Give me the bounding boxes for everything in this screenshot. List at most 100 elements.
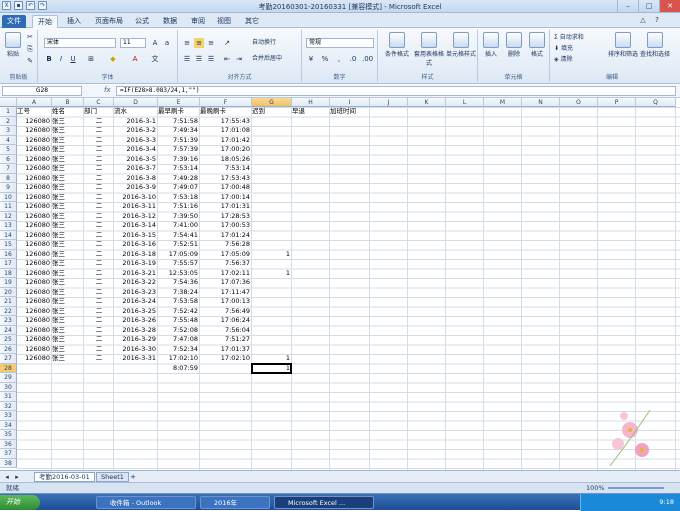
cell-earliest-punch[interactable]: 7:54:36: [158, 278, 200, 287]
cell-employee-id[interactable]: 126080: [17, 326, 52, 335]
sheet-tab-attendance[interactable]: 考勤2016-03-01: [34, 472, 95, 482]
number-format-select[interactable]: 常规: [306, 38, 374, 48]
cell-latest-punch[interactable]: 17:00:14: [200, 193, 252, 202]
cell-earliest-punch[interactable]: 7:53:18: [158, 193, 200, 202]
italic-icon[interactable]: I: [56, 54, 66, 64]
cell-date[interactable]: 2016-3-22: [114, 278, 158, 287]
minimize-ribbon-icon[interactable]: △: [638, 15, 648, 25]
cell-earliest-punch[interactable]: 7:53:14: [158, 164, 200, 173]
row-header[interactable]: 3: [0, 126, 17, 136]
decrease-indent-icon[interactable]: ⇤: [222, 54, 232, 64]
row-header[interactable]: 9: [0, 183, 17, 193]
font-color-icon[interactable]: A: [130, 54, 140, 64]
cell-late-flag[interactable]: 1: [252, 269, 292, 278]
copy-icon[interactable]: ⎘: [25, 44, 35, 54]
cell-latest-punch[interactable]: 17:00:20: [200, 145, 252, 154]
cell-date[interactable]: 2016-3-4: [114, 145, 158, 154]
cell-department[interactable]: 二: [84, 136, 114, 145]
select-all-corner[interactable]: [0, 98, 17, 107]
row-header[interactable]: 24: [0, 325, 17, 335]
row-header[interactable]: 20: [0, 287, 17, 297]
cell-latest-punch[interactable]: 17:05:09: [200, 250, 252, 259]
cell-department[interactable]: 二: [84, 288, 114, 297]
cell-date[interactable]: 2016-3-28: [114, 326, 158, 335]
cell-date[interactable]: 2016-3-21: [114, 269, 158, 278]
sheet-tab-sheet1[interactable]: Sheet1: [96, 472, 129, 482]
taskbar-item-excel[interactable]: Microsoft Excel ...: [274, 496, 374, 509]
cell-name[interactable]: 张三: [52, 240, 84, 249]
start-button[interactable]: 开始: [0, 495, 40, 510]
tab-view[interactable]: 视图: [212, 15, 236, 28]
cell-department[interactable]: 二: [84, 240, 114, 249]
column-header-q[interactable]: Q: [636, 98, 676, 107]
worksheet-grid[interactable]: A B C D E F G H I J K L M N O P Q 1 2 3 4 5 6 7 8 9 10 11 12 13 14 15 16…: [0, 98, 680, 470]
header-cell-i[interactable]: 加班时间: [330, 107, 370, 116]
cell-employee-id[interactable]: 126080: [17, 183, 52, 192]
cell-name[interactable]: 张三: [52, 307, 84, 316]
cell-earliest-punch[interactable]: 7:51:39: [158, 136, 200, 145]
cell-late-flag[interactable]: 1: [252, 250, 292, 259]
table-format-button[interactable]: 套用表格格式: [414, 32, 444, 67]
cell-styles-button[interactable]: 单元格样式: [446, 32, 476, 58]
cell-date[interactable]: 2016-3-29: [114, 335, 158, 344]
row-header[interactable]: 1: [0, 107, 17, 117]
cell-earliest-punch[interactable]: 7:41:00: [158, 221, 200, 230]
tab-page-layout[interactable]: 页面布局: [90, 15, 128, 28]
cell-employee-id[interactable]: 126080: [17, 155, 52, 164]
row-header[interactable]: 19: [0, 278, 17, 288]
font-size-select[interactable]: 11: [120, 38, 146, 48]
row-header[interactable]: 32: [0, 401, 17, 411]
align-center-icon[interactable]: ☰: [194, 54, 204, 64]
column-header-o[interactable]: O: [560, 98, 598, 107]
cell-earliest-punch[interactable]: 7:52:34: [158, 345, 200, 354]
cell-name[interactable]: 张三: [52, 174, 84, 183]
autosum-button[interactable]: Σ 自动求和: [554, 33, 584, 42]
cell-earliest-punch[interactable]: 8:07:59: [158, 364, 200, 373]
tab-file[interactable]: 文件: [2, 15, 26, 28]
column-header-b[interactable]: B: [52, 98, 84, 107]
cell-department[interactable]: 二: [84, 354, 114, 363]
formula-input[interactable]: =IF(E28>8.083/24,1,""): [116, 86, 676, 96]
row-header[interactable]: 30: [0, 382, 17, 392]
cell-latest-punch[interactable]: 17:53:43: [200, 174, 252, 183]
cell-employee-id[interactable]: 126080: [17, 278, 52, 287]
row-header[interactable]: 14: [0, 230, 17, 240]
cell-latest-punch[interactable]: 17:00:53: [200, 221, 252, 230]
cell-department[interactable]: 二: [84, 345, 114, 354]
cell-name[interactable]: 张三: [52, 259, 84, 268]
row-header[interactable]: 11: [0, 202, 17, 212]
tab-other[interactable]: 其它: [240, 15, 264, 28]
cell-name[interactable]: 张三: [52, 117, 84, 126]
row-header[interactable]: 15: [0, 240, 17, 250]
undo-icon[interactable]: ↶: [26, 1, 35, 10]
align-middle-icon[interactable]: ≡: [194, 38, 204, 48]
taskbar-item-outlook[interactable]: 收件箱 - Outlook: [96, 496, 196, 509]
cell-earliest-punch[interactable]: 7:52:08: [158, 326, 200, 335]
row-header[interactable]: 18: [0, 268, 17, 278]
cell-earliest-punch[interactable]: 17:05:09: [158, 250, 200, 259]
row-header[interactable]: 13: [0, 221, 17, 231]
cell-employee-id[interactable]: 126080: [17, 259, 52, 268]
cell-employee-id[interactable]: 126080: [17, 316, 52, 325]
cell-name[interactable]: 张三: [52, 136, 84, 145]
cell-name[interactable]: 张三: [52, 212, 84, 221]
cell-date[interactable]: 2016-3-25: [114, 307, 158, 316]
phonetic-icon[interactable]: 文: [150, 54, 160, 64]
active-cell-selection[interactable]: [251, 362, 292, 374]
cell-earliest-punch[interactable]: 12:53:05: [158, 269, 200, 278]
cell-latest-punch[interactable]: 17:11:47: [200, 288, 252, 297]
cell-department[interactable]: 二: [84, 183, 114, 192]
cell-latest-punch[interactable]: 17:01:31: [200, 202, 252, 211]
cell-latest-punch[interactable]: 17:28:53: [200, 212, 252, 221]
cell-employee-id[interactable]: 126080: [17, 212, 52, 221]
row-header[interactable]: 17: [0, 259, 17, 269]
cell-date[interactable]: 2016-3-19: [114, 259, 158, 268]
cell-earliest-punch[interactable]: 7:51:16: [158, 202, 200, 211]
cell-earliest-punch[interactable]: 7:52:42: [158, 307, 200, 316]
cell-name[interactable]: 张三: [52, 221, 84, 230]
cell-date[interactable]: 2016-3-11: [114, 202, 158, 211]
save-icon[interactable]: ▪: [14, 1, 23, 10]
row-header[interactable]: 8: [0, 173, 17, 183]
cell-employee-id[interactable]: 126080: [17, 145, 52, 154]
column-header-g[interactable]: G: [252, 98, 292, 107]
